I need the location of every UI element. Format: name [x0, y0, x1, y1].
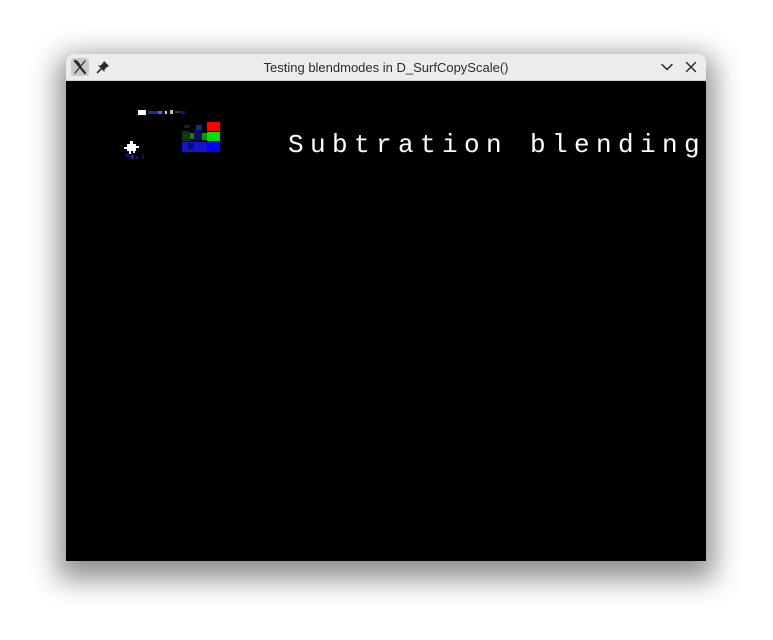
app-window: Testing blendmodes in D_SurfCopyScale() [66, 54, 706, 561]
title-bar[interactable]: Testing blendmodes in D_SurfCopyScale() [66, 54, 706, 81]
x-logo-icon [71, 58, 89, 76]
pin-icon[interactable] [95, 59, 111, 75]
close-icon[interactable] [683, 59, 699, 75]
chevron-down-icon[interactable] [659, 59, 675, 75]
sprite-strip [138, 110, 185, 115]
render-canvas[interactable]: Subtration blending [66, 81, 706, 561]
sprite-rgb-blend [182, 121, 220, 153]
sprite-splatter [124, 141, 144, 159]
blend-mode-caption: Subtration blending [288, 130, 706, 160]
window-title: Testing blendmodes in D_SurfCopyScale() [263, 60, 509, 75]
